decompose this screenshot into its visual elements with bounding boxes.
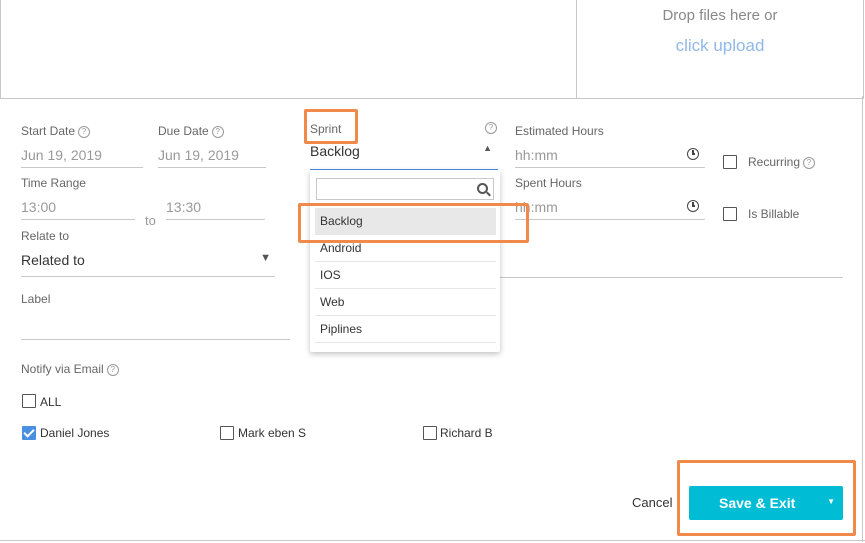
bottom-divider xyxy=(0,540,865,541)
save-highlight xyxy=(677,460,856,536)
notify-user-checkbox[interactable] xyxy=(423,426,437,440)
notify-user-label: Mark eben S xyxy=(238,426,307,440)
sprint-select-value: Backlog xyxy=(310,143,360,159)
sprint-label-highlight xyxy=(304,109,358,144)
clock-icon[interactable] xyxy=(687,200,699,212)
upload-link[interactable]: click upload xyxy=(577,36,863,56)
right-border xyxy=(862,96,863,542)
sprint-option-web[interactable]: Web xyxy=(315,289,496,316)
time-range-separator: to xyxy=(145,213,156,228)
notify-user-checkbox[interactable] xyxy=(220,426,234,440)
notify-all-checkbox[interactable] xyxy=(22,394,36,408)
backlog-highlight xyxy=(298,203,529,243)
estimated-hours-label: Estimated Hours xyxy=(515,124,604,138)
due-date-input[interactable]: Jun 19, 2019 xyxy=(158,147,266,168)
help-icon: ? xyxy=(211,126,224,138)
search-icon-handle xyxy=(486,191,491,197)
notify-label: Notify via Email? xyxy=(21,362,119,376)
help-icon: ? xyxy=(78,126,91,138)
spent-hours-input[interactable]: hh:mm xyxy=(515,199,705,220)
time-range-to-input[interactable]: 13:30 xyxy=(166,199,265,220)
help-icon: ? xyxy=(106,364,119,376)
label-field-label: Label xyxy=(21,292,51,306)
upload-drop-text: Drop files here or xyxy=(662,7,778,24)
relate-to-secondary-line xyxy=(500,277,843,278)
caret-down-icon: ▼ xyxy=(260,252,271,264)
sprint-search-input[interactable] xyxy=(316,178,494,200)
cancel-button[interactable]: Cancel xyxy=(632,495,672,510)
sprint-option-ios[interactable]: IOS xyxy=(315,262,496,289)
sprint-help-icon: ? xyxy=(485,122,497,134)
notify-user-label: Daniel Jones xyxy=(40,426,110,440)
sprint-select[interactable]: Backlog ▲ xyxy=(310,143,498,170)
estimated-hours-input[interactable]: hh:mm xyxy=(515,147,705,168)
time-range-label: Time Range xyxy=(21,176,86,190)
description-area[interactable] xyxy=(0,0,577,99)
estimated-hours-placeholder: hh:mm xyxy=(515,147,558,163)
help-icon: ? xyxy=(803,157,816,169)
start-date-label: Start Date? xyxy=(21,124,91,138)
upload-dropzone[interactable]: Drop files here or click upload xyxy=(576,0,864,99)
label-input[interactable] xyxy=(21,317,290,340)
clock-icon[interactable] xyxy=(687,148,699,160)
due-date-label: Due Date? xyxy=(158,124,224,138)
caret-up-icon: ▲ xyxy=(483,143,492,153)
relate-to-label: Relate to xyxy=(21,229,70,243)
billable-checkbox[interactable] xyxy=(723,207,737,221)
sprint-dropdown: Backlog Android IOS Web Piplines xyxy=(310,170,500,352)
notify-user-checkbox[interactable] xyxy=(22,426,36,440)
relate-to-select[interactable]: Related to ▼ xyxy=(21,249,275,277)
start-date-input[interactable]: Jun 19, 2019 xyxy=(21,147,143,168)
time-range-from-input[interactable]: 13:00 xyxy=(21,199,135,220)
spent-hours-label: Spent Hours xyxy=(515,176,582,190)
recurring-label: Recurring? xyxy=(748,155,816,169)
notify-user-label: Richard B xyxy=(440,426,493,440)
billable-label: Is Billable xyxy=(748,207,800,221)
recurring-checkbox[interactable] xyxy=(723,155,737,169)
sprint-option-piplines[interactable]: Piplines xyxy=(315,316,496,343)
notify-all-label: ALL xyxy=(40,395,62,409)
relate-to-value: Related to xyxy=(21,252,85,268)
